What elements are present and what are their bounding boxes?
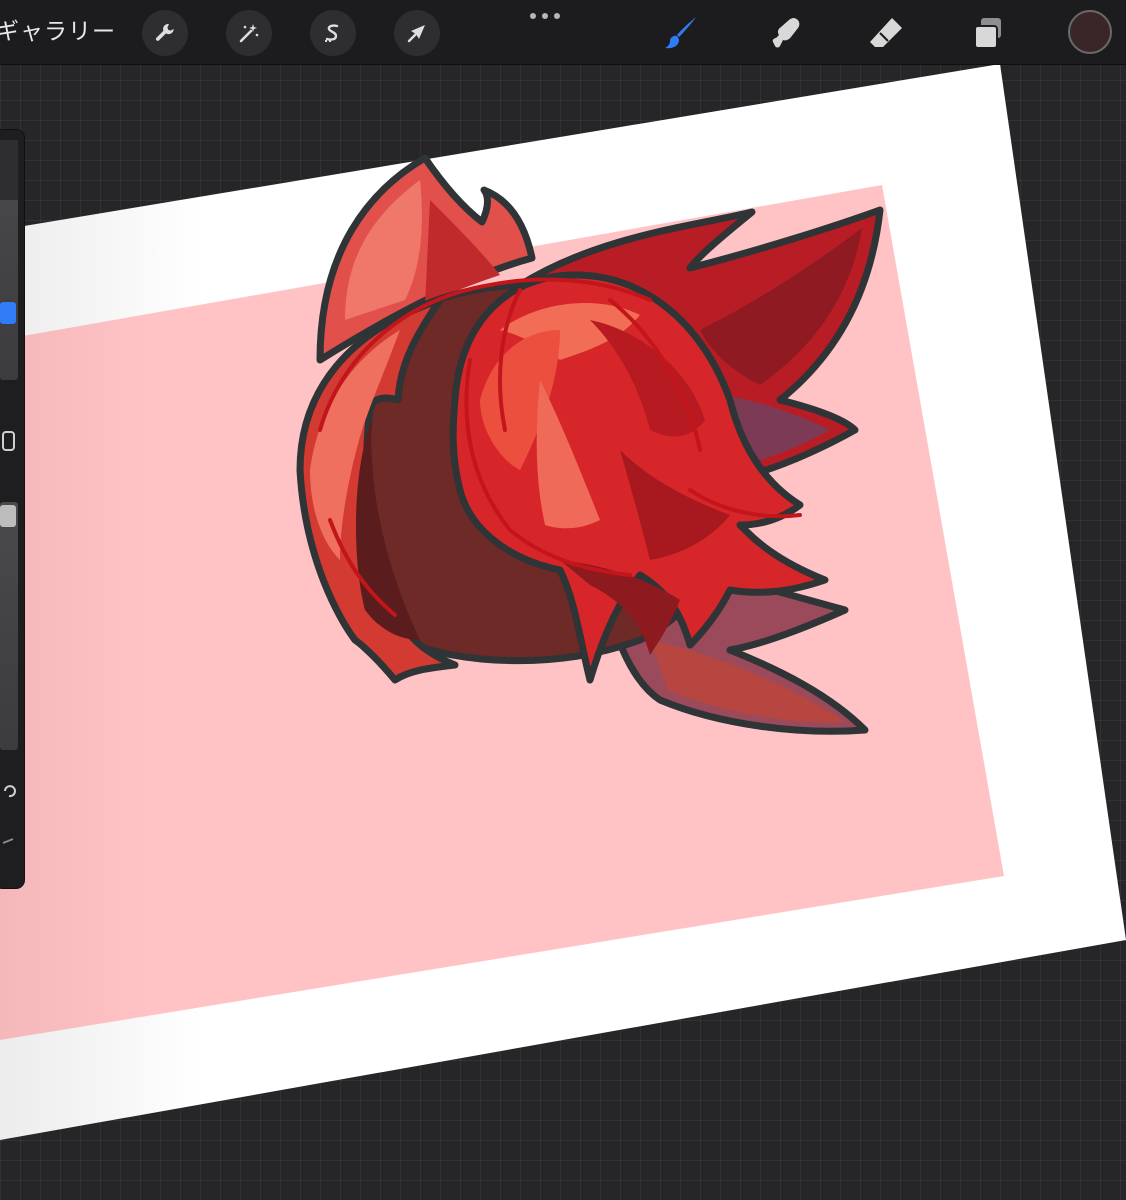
brush-size-slider[interactable]	[0, 140, 18, 380]
opacity-thumb[interactable]	[0, 505, 16, 527]
eraser-icon	[870, 18, 902, 47]
layers-button[interactable]	[964, 10, 1012, 56]
more-options-button[interactable]	[524, 6, 566, 26]
smudge-icon	[772, 18, 800, 48]
selection-button[interactable]	[310, 10, 356, 56]
more-dots-icon	[530, 13, 560, 19]
color-picker-button[interactable]	[1068, 10, 1112, 54]
smudge-tool-button[interactable]	[760, 10, 808, 56]
top-toolbar: ギャラリー	[0, 0, 1126, 65]
actions-button[interactable]	[142, 10, 188, 56]
eraser-tool-button[interactable]	[862, 10, 910, 56]
brush-icon	[665, 17, 696, 49]
transform-button[interactable]	[394, 10, 440, 56]
slider-icon	[0, 140, 18, 200]
selection-s-icon	[325, 24, 339, 42]
magic-wand-icon	[239, 24, 259, 43]
drawing-canvas[interactable]	[0, 0, 1126, 1200]
opacity-slider[interactable]	[0, 502, 18, 750]
gallery-button[interactable]: ギャラリー	[0, 14, 116, 50]
adjustments-button[interactable]	[226, 10, 272, 56]
modify-button[interactable]	[0, 430, 18, 452]
layers-icon	[974, 18, 1001, 49]
square-outline-icon	[2, 431, 15, 451]
redo-icon	[2, 838, 14, 844]
left-sidebar	[0, 130, 24, 888]
arrow-cursor-icon	[407, 25, 425, 43]
undo-icon	[4, 785, 16, 798]
brush-tool-button[interactable]	[658, 10, 706, 56]
undo-button[interactable]	[0, 780, 18, 802]
brush-size-thumb[interactable]	[0, 302, 16, 324]
wrench-icon	[155, 24, 174, 41]
redo-button[interactable]	[0, 830, 18, 852]
